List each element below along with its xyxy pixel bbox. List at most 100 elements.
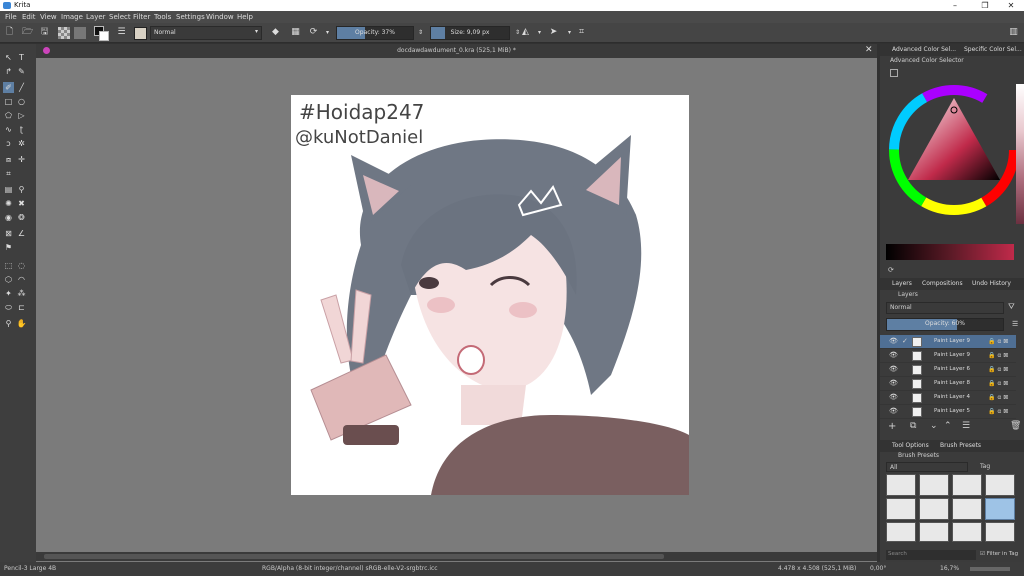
brush-preset[interactable]	[919, 474, 949, 496]
add-layer-icon[interactable]: +	[888, 421, 896, 432]
artwork-canvas[interactable]: #Hoidap247 @kuNotDaniel	[291, 95, 689, 495]
rectangle-tool-icon[interactable]: □	[3, 96, 14, 107]
move-layer-down-icon[interactable]: ⌄	[930, 421, 938, 431]
filter-in-tag-checkbox[interactable]: ☑ Filter in Tag	[980, 551, 1018, 557]
menu-file[interactable]: File	[5, 13, 17, 21]
eye-icon[interactable]: 👁	[889, 365, 898, 373]
menu-icon[interactable]: ☰	[1012, 320, 1018, 328]
zoom-slider[interactable]	[970, 567, 1010, 571]
layer-blend-mode-select[interactable]: Normal	[886, 302, 1004, 314]
edit-shape-icon[interactable]: ↱	[3, 66, 14, 77]
tab-tool-options[interactable]: Tool Options	[892, 442, 929, 449]
brush-preset-selected[interactable]	[985, 498, 1015, 520]
brush-preset[interactable]	[952, 498, 982, 520]
contiguous-select-icon[interactable]: ✦	[3, 288, 14, 299]
tab-specific-color-selector[interactable]: Specific Color Sel...	[964, 46, 1022, 53]
reload-preset-icon[interactable]: ⟳	[308, 27, 319, 38]
color-slider[interactable]	[886, 244, 1014, 260]
gradient-icon[interactable]	[58, 27, 70, 39]
opacity-stepper-icon[interactable]: ⇕	[415, 27, 426, 38]
opacity-slider[interactable]: Opacity: 37%	[336, 26, 414, 40]
check-icon[interactable]: ✓	[902, 337, 908, 345]
delete-layer-icon[interactable]: 🗑	[1010, 421, 1021, 431]
mirror-horizontal-icon[interactable]: ◭	[520, 27, 531, 38]
assistant-tool-icon[interactable]: ⊠	[3, 228, 14, 239]
workspace-icon[interactable]: ▥	[1008, 27, 1019, 38]
similar-select-icon[interactable]: ⁂	[16, 288, 27, 299]
mirror-vertical-icon[interactable]: ➤	[548, 27, 559, 38]
brush-search-input[interactable]: Search	[886, 550, 976, 560]
menu-filter[interactable]: Filter	[133, 13, 150, 21]
eye-icon[interactable]: 👁	[889, 393, 898, 401]
freehand-brush-icon[interactable]: ✐	[3, 82, 14, 93]
wrap-around-icon[interactable]: ⌗	[576, 27, 587, 38]
calligraphy-icon[interactable]: ✎	[16, 66, 27, 77]
rect-select-icon[interactable]: ⬚	[3, 260, 14, 271]
brush-preset[interactable]	[886, 474, 916, 496]
brush-preset[interactable]	[952, 474, 982, 496]
menu-edit[interactable]: Edit	[22, 13, 36, 21]
close-document-icon[interactable]: ✕	[865, 45, 873, 55]
chevron-down-icon[interactable]: ▾	[564, 27, 575, 38]
move-layer-up-icon[interactable]: ⌃	[944, 421, 952, 431]
select-shape-icon[interactable]: ↖	[3, 52, 14, 63]
colorize-mask-icon[interactable]: ✖	[16, 198, 27, 209]
layer-flags-icon[interactable]: 🔒 α ⊠	[988, 366, 1008, 373]
document-tab[interactable]: docdawdawdument_0.kra (525,1 MiB) * ✕	[36, 44, 877, 58]
close-button[interactable]: ✕	[996, 0, 1024, 11]
menu-help[interactable]: Help	[237, 13, 253, 21]
bezier-select-icon[interactable]: ⬭	[3, 302, 14, 313]
layer-opacity-slider[interactable]: Opacity: 60%	[886, 318, 1004, 331]
brush-preset[interactable]	[985, 522, 1015, 542]
zoom-tool-icon[interactable]: ⚲	[3, 318, 14, 329]
multibrush-icon[interactable]: ✲	[16, 138, 27, 149]
layer-row[interactable]: 👁 Paint Layer 6 🔒 α ⊠	[880, 363, 1016, 377]
layer-row[interactable]: 👁 Paint Layer 9 🔒 α ⊠	[880, 349, 1016, 363]
menu-layer[interactable]: Layer	[86, 13, 106, 21]
layer-row[interactable]: 👁 Paint Layer 8 🔒 α ⊠	[880, 377, 1016, 391]
color-history-strip[interactable]	[1016, 84, 1024, 224]
eye-icon[interactable]: 👁	[889, 337, 898, 345]
polygon-tool-icon[interactable]: ⬠	[3, 110, 14, 121]
layer-row[interactable]: 👁 Paint Layer 5 🔒 α ⊠	[880, 405, 1016, 419]
tab-brush-presets[interactable]: Brush Presets	[940, 442, 981, 449]
eye-icon[interactable]: 👁	[889, 407, 898, 415]
layer-flags-icon[interactable]: 🔒 α ⊠	[988, 352, 1008, 359]
pan-tool-icon[interactable]: ✋	[16, 318, 27, 329]
layer-flags-icon[interactable]: 🔒 α ⊠	[988, 380, 1008, 387]
brush-preset[interactable]	[952, 522, 982, 542]
fill-tool-icon[interactable]: ◉	[3, 212, 14, 223]
text-tool-icon[interactable]: T	[16, 52, 27, 63]
color-refresh-icon[interactable]: ⟳	[888, 266, 894, 274]
ellipse-tool-icon[interactable]: ○	[16, 96, 27, 107]
fill-mode-icon[interactable]: ☰	[116, 27, 127, 38]
blend-mode-select[interactable]: Normal ▾	[150, 26, 262, 40]
brush-preset-icon[interactable]	[134, 27, 147, 40]
tag-label[interactable]: Tag	[980, 463, 990, 470]
brush-preset[interactable]	[985, 474, 1015, 496]
color-wheel[interactable]	[888, 84, 1020, 216]
pattern-icon[interactable]	[74, 27, 86, 39]
eye-icon[interactable]: 👁	[889, 351, 898, 359]
dynamic-brush-icon[interactable]: ↄ	[3, 138, 14, 149]
tab-layers[interactable]: Layers	[892, 280, 912, 287]
reference-tool-icon[interactable]: ⚑	[3, 242, 14, 253]
freehand-select-icon[interactable]: ◠	[16, 274, 27, 285]
tab-undo-history[interactable]: Undo History	[972, 280, 1011, 287]
color-picker-icon[interactable]: ⚲	[16, 184, 27, 195]
eraser-icon[interactable]: ◆	[270, 27, 281, 38]
menu-view[interactable]: View	[40, 13, 57, 21]
color-settings-icon[interactable]	[890, 69, 898, 77]
layer-row[interactable]: 👁 Paint Layer 4 🔒 α ⊠	[880, 391, 1016, 405]
smart-patch-icon[interactable]: ✺	[3, 198, 14, 209]
brush-filter-select[interactable]: All	[886, 462, 968, 472]
bezier-tool-icon[interactable]: ∿	[3, 124, 14, 135]
freehand-path-icon[interactable]: ʈ	[16, 124, 27, 135]
measure-tool-icon[interactable]: ∠	[16, 228, 27, 239]
tab-compositions[interactable]: Compositions	[922, 280, 963, 287]
move-tool-icon[interactable]: ✛	[16, 154, 27, 165]
polyline-tool-icon[interactable]: ▷	[16, 110, 27, 121]
scrollbar-thumb[interactable]	[44, 554, 664, 559]
menu-image[interactable]: Image	[61, 13, 83, 21]
menu-select[interactable]: Select	[109, 13, 131, 21]
